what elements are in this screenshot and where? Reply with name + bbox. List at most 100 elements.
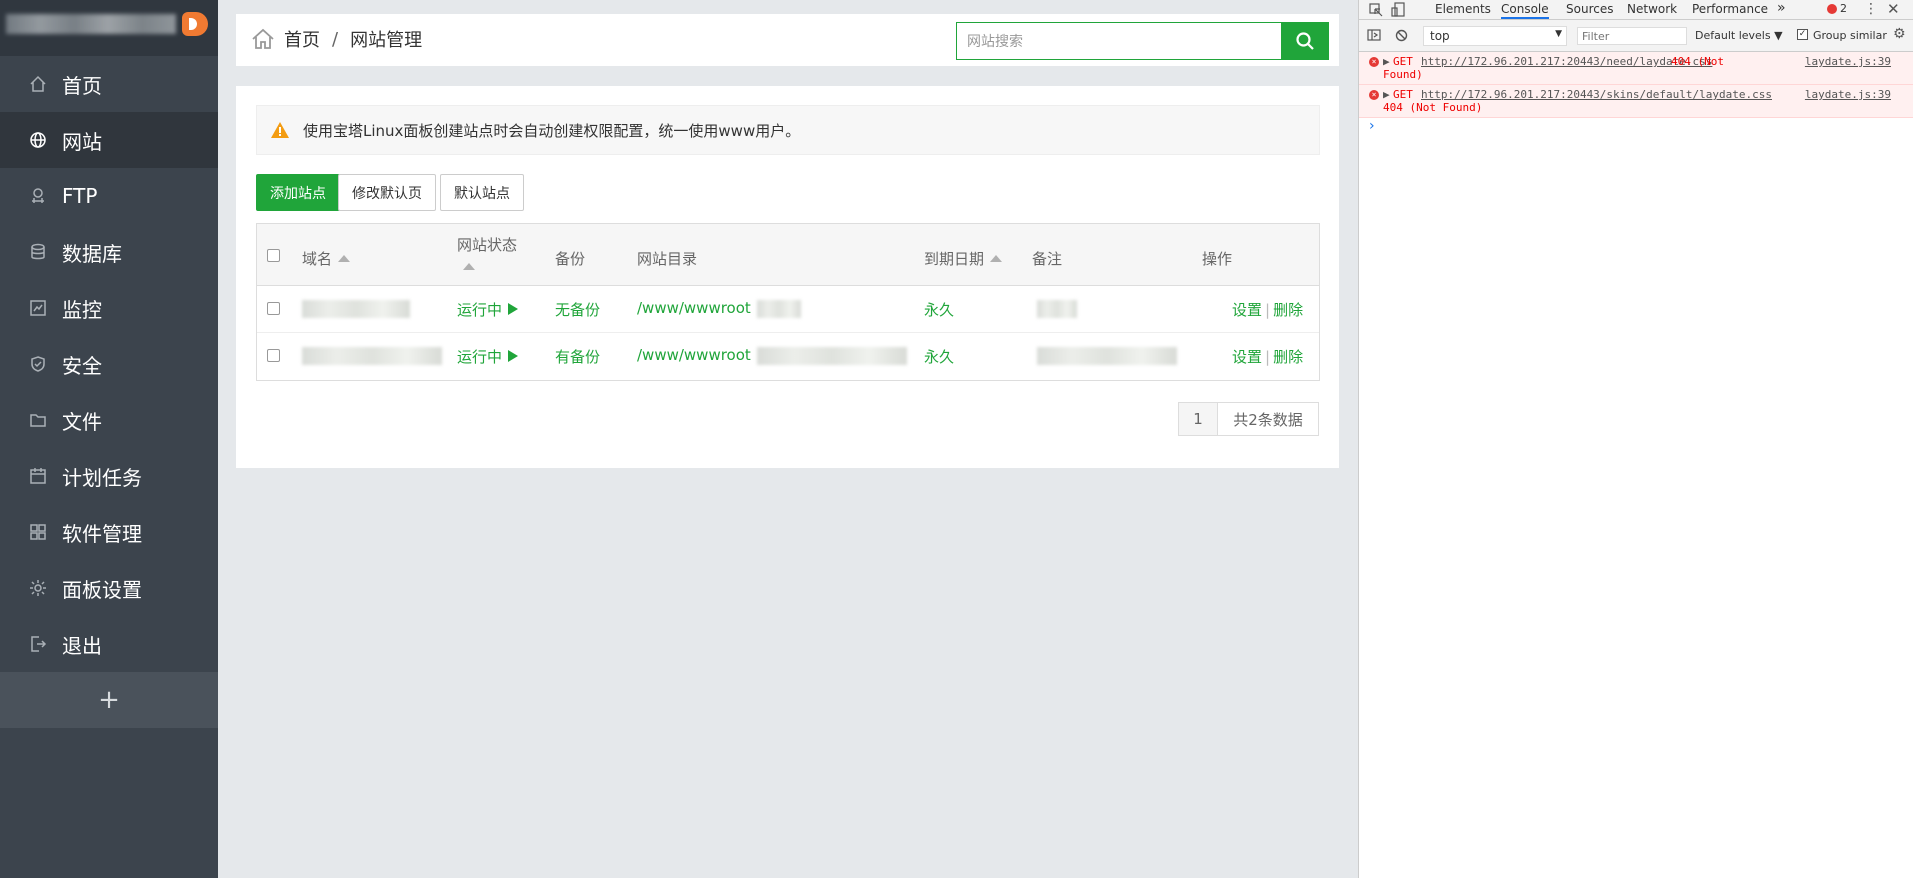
row-actions: 设置 | 删除	[1232, 346, 1303, 367]
domain-link-redacted[interactable]	[302, 347, 442, 365]
tab-elements[interactable]: Elements	[1435, 2, 1491, 16]
prompt-chevron-icon: ›	[1369, 118, 1375, 134]
logo[interactable]	[0, 0, 218, 56]
group-similar-checkbox[interactable]: ✓	[1797, 29, 1808, 40]
sort-asc-icon	[990, 255, 1003, 262]
sidebar-item-logout[interactable]: 退出	[0, 616, 218, 672]
select-all-checkbox[interactable]	[267, 249, 280, 262]
sort-asc-icon[interactable]	[463, 260, 475, 276]
sidebar-item-label: 软件管理	[62, 521, 142, 546]
search-button[interactable]	[1281, 22, 1329, 60]
col-status[interactable]: 网站状态	[457, 234, 517, 255]
sidebar-item-security[interactable]: 安全	[0, 336, 218, 392]
sidebar-item-label: 计划任务	[62, 465, 142, 490]
col-expire[interactable]: 到期日期	[924, 248, 1003, 269]
devtools-panel: Elements Console Sources Network Perform…	[1358, 0, 1913, 878]
tab-performance[interactable]: Performance	[1692, 2, 1768, 16]
error-count[interactable]: 2	[1840, 2, 1847, 15]
sort-asc-icon	[338, 255, 351, 262]
sidebar-nav: 首页 网站 FTP 数据库 监控 安全 文件 计划任务 软件管理 面板设置 退出	[0, 56, 218, 672]
notice-text: 使用宝塔Linux面板创建站点时会自动创建权限配置，统一使用www用户。	[303, 121, 801, 140]
modify-default-page-button[interactable]: 修改默认页	[338, 174, 436, 211]
status-running[interactable]: 运行中	[457, 346, 519, 367]
status-running[interactable]: 运行中	[457, 299, 519, 320]
divider: |	[1265, 301, 1271, 319]
bt-logo-icon	[182, 12, 208, 36]
console-prompt[interactable]: ›	[1359, 118, 1913, 136]
request-url[interactable]: http://172.96.201.217:20443/skins/defaul…	[1421, 88, 1772, 101]
row-checkbox[interactable]	[267, 349, 280, 362]
sidebar-item-label: 数据库	[62, 241, 122, 266]
tab-sources[interactable]: Sources	[1566, 2, 1613, 16]
search-input[interactable]	[956, 22, 1281, 60]
sidebar-item-ftp[interactable]: FTP	[0, 168, 218, 224]
expire-date[interactable]: 永久	[924, 346, 954, 367]
sidebar-item-cron[interactable]: 计划任务	[0, 448, 218, 504]
error-icon: ×	[1369, 90, 1379, 100]
add-site-button[interactable]: 添加站点	[256, 174, 340, 211]
close-icon[interactable]: ✕	[1887, 0, 1900, 18]
sidebar-toggle-icon[interactable]	[1367, 29, 1381, 41]
status-text-cont: Found)	[1383, 68, 1423, 81]
play-icon	[508, 350, 519, 362]
remark-redacted[interactable]	[1037, 300, 1077, 318]
add-shortcut-button[interactable]: +	[0, 672, 218, 728]
site-directory[interactable]: /www/wwwroot	[637, 346, 751, 364]
source-link[interactable]: laydate.js:39	[1805, 55, 1891, 68]
site-directory[interactable]: /www/wwwroot	[637, 299, 751, 317]
sidebar: 首页 网站 FTP 数据库 监控 安全 文件 计划任务 软件管理 面板设置 退出…	[0, 0, 218, 878]
page-number[interactable]: 1	[1178, 402, 1218, 436]
settings-link[interactable]: 设置	[1232, 301, 1262, 319]
source-link[interactable]: laydate.js:39	[1805, 88, 1891, 101]
tab-console[interactable]: Console	[1501, 2, 1549, 19]
device-toggle-icon[interactable]	[1391, 2, 1405, 17]
row-checkbox[interactable]	[267, 302, 280, 315]
default-site-button[interactable]: 默认站点	[440, 174, 524, 211]
delete-link[interactable]: 删除	[1273, 301, 1303, 319]
breadcrumb-current: 网站管理	[350, 30, 423, 51]
breadcrumb-home[interactable]: 首页	[284, 26, 320, 52]
clear-console-icon[interactable]	[1395, 29, 1408, 42]
context-value: top	[1430, 29, 1450, 43]
expire-date[interactable]: 永久	[924, 299, 954, 320]
log-levels-dropdown[interactable]: Default levels ▼	[1695, 29, 1783, 42]
table-header: 域名 网站状态 备份 网站目录 到期日期 备注 操作	[257, 224, 1319, 286]
col-status-label: 网站状态	[457, 236, 518, 254]
context-selector[interactable]: top ▼	[1423, 26, 1567, 46]
sites-table: 域名 网站状态 备份 网站目录 到期日期 备注 操作 运行中 无备份 /www/…	[256, 223, 1320, 381]
backup-status[interactable]: 有备份	[555, 346, 600, 367]
col-domain[interactable]: 域名	[302, 248, 351, 269]
sidebar-item-software[interactable]: 软件管理	[0, 504, 218, 560]
chevron-down-icon: ▼	[1555, 29, 1562, 39]
request-url[interactable]: http://172.96.201.217:20443/need/laydate…	[1421, 55, 1712, 68]
sidebar-item-home[interactable]: 首页	[0, 56, 218, 112]
gear-icon[interactable]: ⚙	[1893, 26, 1906, 42]
more-tabs-icon[interactable]: »	[1777, 0, 1786, 16]
domain-link-redacted[interactable]	[302, 300, 410, 318]
remark-redacted[interactable]	[1037, 347, 1177, 365]
inspect-icon[interactable]	[1369, 3, 1383, 17]
logo-text-blurred	[6, 14, 176, 34]
sidebar-item-monitor[interactable]: 监控	[0, 280, 218, 336]
breadcrumb-separator: /	[332, 28, 339, 50]
home-icon[interactable]	[250, 26, 276, 52]
sidebar-item-files[interactable]: 文件	[0, 392, 218, 448]
sidebar-item-label: 安全	[62, 353, 102, 378]
col-operations: 操作	[1202, 250, 1233, 268]
chevron-down-icon: ▼	[1774, 29, 1783, 42]
sidebar-item-database[interactable]: 数据库	[0, 224, 218, 280]
expand-triangle-icon[interactable]: ▶	[1383, 55, 1390, 68]
settings-link[interactable]: 设置	[1232, 348, 1262, 366]
sidebar-item-settings[interactable]: 面板设置	[0, 560, 218, 616]
sidebar-item-website[interactable]: 网站	[0, 112, 218, 168]
console-filter-input[interactable]	[1577, 27, 1687, 45]
site-directory-redacted	[757, 300, 801, 318]
expand-triangle-icon[interactable]: ▶	[1383, 88, 1390, 101]
sidebar-item-label: FTP	[62, 184, 98, 208]
tab-network[interactable]: Network	[1627, 2, 1677, 16]
sidebar-item-label: 退出	[62, 633, 102, 658]
delete-link[interactable]: 删除	[1273, 348, 1303, 366]
kebab-menu-icon[interactable]: ⋮	[1864, 1, 1878, 17]
status-label: 运行中	[457, 301, 503, 319]
backup-status[interactable]: 无备份	[555, 299, 600, 320]
